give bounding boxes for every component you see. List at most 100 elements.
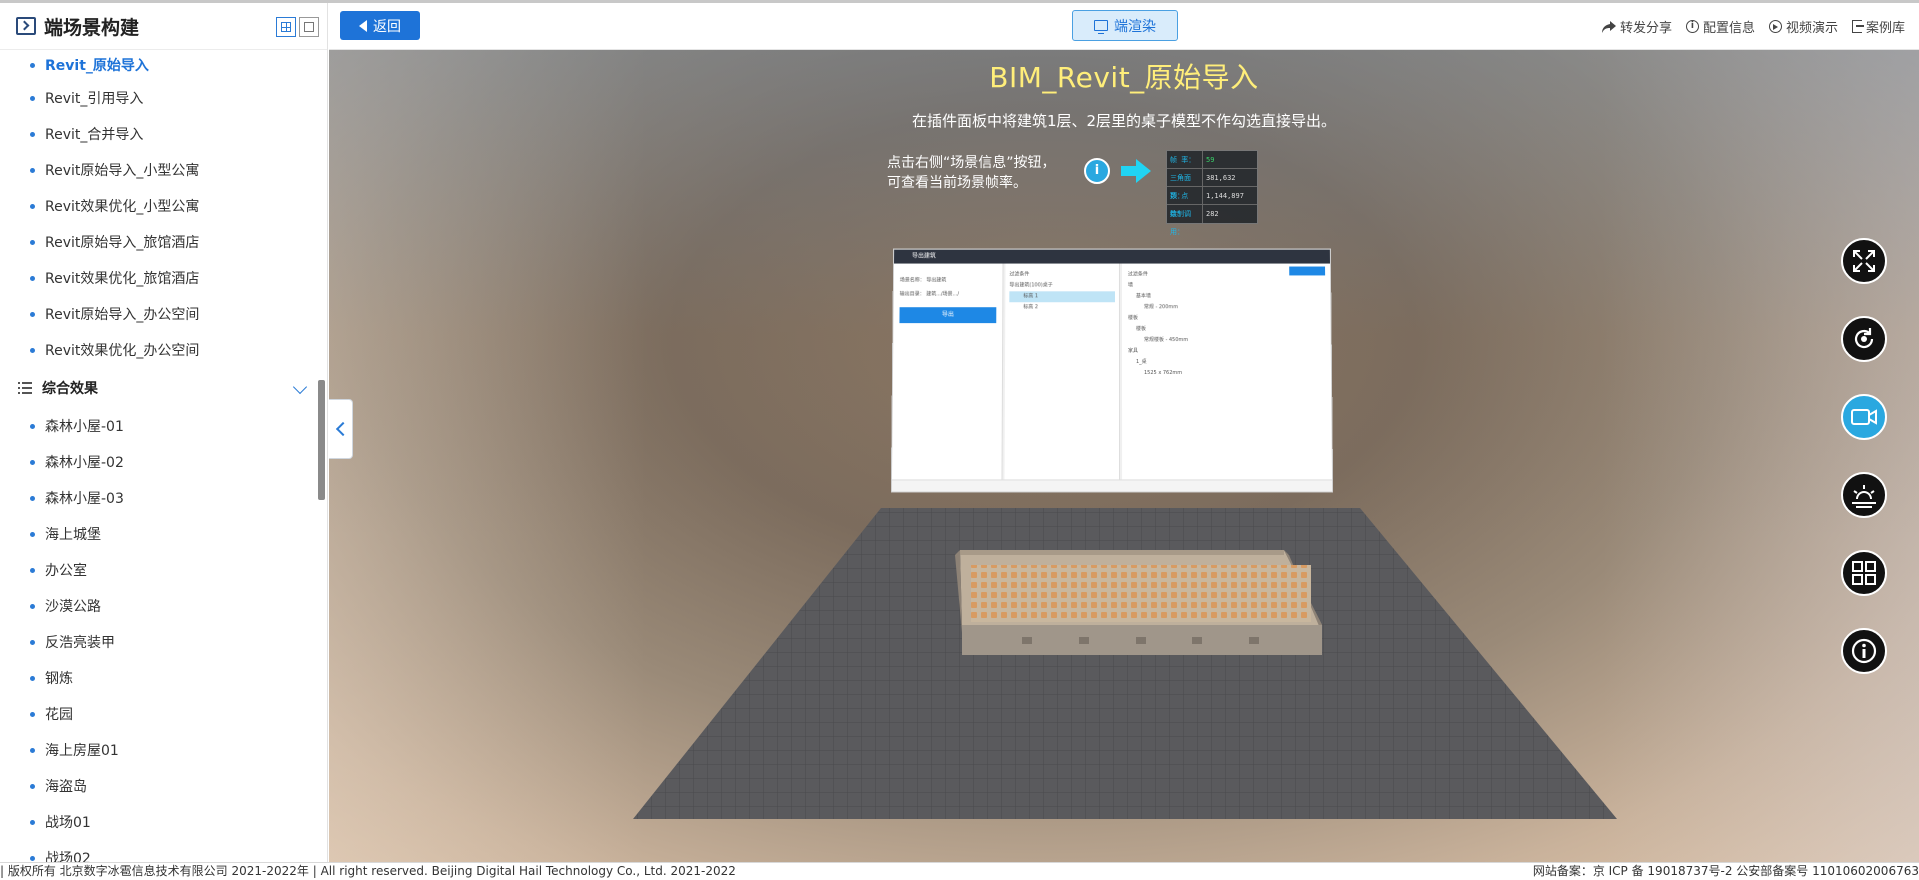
sidebar-header: 端场景构建 bbox=[0, 3, 327, 50]
reset-view-button[interactable] bbox=[1841, 316, 1887, 362]
bullet-icon bbox=[30, 204, 35, 209]
info-icon: i bbox=[1084, 158, 1110, 184]
sidebar-group-header[interactable]: 综合效果 bbox=[0, 368, 327, 408]
scene-title: BIM_Revit_原始导入 bbox=[329, 56, 1919, 96]
scene-hint: 点击右侧“场景信息”按钮， 可查看当前场景帧率。 bbox=[887, 153, 1056, 193]
cloud-render-button[interactable]: 端渲染 bbox=[1072, 10, 1178, 41]
bullet-icon bbox=[30, 240, 35, 245]
play-icon bbox=[1769, 20, 1782, 33]
bullet-icon bbox=[30, 96, 35, 101]
bullet-icon bbox=[30, 532, 35, 537]
grid-view-icon bbox=[1851, 560, 1877, 586]
bullet-icon bbox=[30, 640, 35, 645]
sidebar-item[interactable]: 海盗岛 bbox=[0, 768, 327, 804]
sidebar-item[interactable]: 森林小屋-02 bbox=[0, 444, 327, 480]
dialog-left-pane: 场景名称： 导出建筑 输出目录： 建筑.../场景.../ 导出 bbox=[892, 264, 1004, 493]
chevron-down-icon[interactable] bbox=[293, 380, 307, 394]
dialog-footer bbox=[892, 479, 1332, 491]
sidebar-item[interactable]: 战场02 bbox=[0, 840, 327, 862]
card-view-icon[interactable] bbox=[299, 17, 319, 37]
footer: | 版权所有 北京数字冰雹信息技术有限公司 2021-2022年 | All r… bbox=[0, 862, 1919, 880]
back-button[interactable]: 返回 bbox=[340, 11, 420, 40]
export-dialog-screenshot: 导出建筑 场景名称： 导出建筑 输出目录： 建筑.../场景.../ 导出 过滤… bbox=[891, 249, 1333, 493]
list-view-icon[interactable] bbox=[276, 17, 296, 37]
fullscreen-button[interactable] bbox=[1841, 238, 1887, 284]
info-icon: i bbox=[1686, 20, 1699, 33]
video-demo-button[interactable]: 视频演示 bbox=[1769, 17, 1838, 36]
sidebar-list: Revit_原始导入 Revit_引用导入 Revit_合并导入 Revit原始… bbox=[0, 50, 327, 368]
bullet-icon bbox=[30, 496, 35, 501]
bullet-icon bbox=[30, 424, 35, 429]
camera-button[interactable] bbox=[1841, 394, 1887, 440]
sidebar-title: 端场景构建 bbox=[44, 13, 139, 40]
sidebar-item[interactable]: Revit_合并导入 bbox=[0, 116, 327, 152]
sidebar-item[interactable]: Revit效果优化_小型公寓 bbox=[0, 188, 327, 224]
top-bar: 返回 端渲染 转发分享 i 配置信息 视频演示 案例库 bbox=[329, 3, 1919, 50]
bullet-icon bbox=[30, 784, 35, 789]
top-actions: 转发分享 i 配置信息 视频演示 案例库 bbox=[1602, 17, 1905, 36]
monitor-icon bbox=[1094, 20, 1108, 31]
sidebar-item[interactable]: Revit原始导入_办公空间 bbox=[0, 296, 327, 332]
scene-info-button[interactable] bbox=[1841, 628, 1887, 674]
bullet-icon bbox=[30, 132, 35, 137]
sidebar-item[interactable]: 沙漠公路 bbox=[0, 588, 327, 624]
bullet-icon bbox=[30, 748, 35, 753]
sidebar-item[interactable]: 办公室 bbox=[0, 552, 327, 588]
bullet-icon bbox=[30, 460, 35, 465]
sidebar-item[interactable]: 森林小屋-03 bbox=[0, 480, 327, 516]
scene-stats-panel: 帧 率： 59 三角面数： 381,632 顶 点 数： 1,144,897 绘制调用… bbox=[1166, 150, 1258, 224]
info-icon bbox=[1850, 637, 1878, 665]
dialog-tree-pane: 过滤条件 导出建筑(100)桌子 标高 1 标高 2 bbox=[1004, 264, 1120, 493]
case-library-button[interactable]: 案例库 bbox=[1852, 17, 1905, 36]
exit-icon bbox=[1852, 20, 1862, 33]
bullet-icon bbox=[30, 676, 35, 681]
sidebar-scrollbar[interactable] bbox=[318, 380, 325, 500]
bullet-icon bbox=[30, 820, 35, 825]
bullet-icon bbox=[30, 712, 35, 717]
sidebar-item[interactable]: 海上城堡 bbox=[0, 516, 327, 552]
camera-icon bbox=[1850, 407, 1878, 427]
weather-button[interactable] bbox=[1841, 472, 1887, 518]
layout-button[interactable] bbox=[1841, 550, 1887, 596]
dialog-action-button bbox=[1289, 267, 1325, 276]
bullet-icon bbox=[30, 856, 35, 861]
desk-array bbox=[971, 565, 1311, 622]
bullet-icon bbox=[30, 312, 35, 317]
sidebar-item[interactable]: 海上房屋01 bbox=[0, 732, 327, 768]
sidebar-item[interactable]: 战场01 bbox=[0, 804, 327, 840]
sidebar-item[interactable]: Revit原始导入_小型公寓 bbox=[0, 152, 327, 188]
share-button[interactable]: 转发分享 bbox=[1602, 17, 1672, 36]
icp-record-text[interactable]: 网站备案：京 ICP 备 19018737号-2 公安部备案号 11010602… bbox=[1533, 863, 1919, 880]
scene-viewport[interactable]: BIM_Revit_原始导入 在插件面板中将建筑1层、2层里的桌子模型不作勾选直… bbox=[329, 50, 1919, 862]
dialog-title: 导出建筑 bbox=[894, 250, 1330, 264]
sidebar-item[interactable]: Revit_原始导入 bbox=[0, 50, 327, 80]
dialog-filter-pane: 过滤条件 墙 基本墙 常规 - 200mm 楼板 楼板 常规楼板 - 450mm… bbox=[1122, 264, 1333, 493]
sidebar-item[interactable]: Revit效果优化_旅馆酒店 bbox=[0, 260, 327, 296]
sidebar-item[interactable]: 反浩亮装甲 bbox=[0, 624, 327, 660]
bullet-icon bbox=[30, 604, 35, 609]
sidebar: 端场景构建 Revit_原始导入 Revit_引用导入 Revit_合并导入 R… bbox=[0, 3, 328, 862]
arrow-right-icon bbox=[1121, 159, 1151, 183]
bullet-icon bbox=[30, 276, 35, 281]
back-arrow-icon bbox=[359, 20, 367, 32]
sidebar-item[interactable]: Revit效果优化_办公空间 bbox=[0, 332, 327, 368]
fullscreen-icon bbox=[1852, 249, 1876, 273]
sidebar-item[interactable]: 森林小屋-01 bbox=[0, 408, 327, 444]
bullet-icon bbox=[30, 348, 35, 353]
sidebar-item[interactable]: Revit原始导入_旅馆酒店 bbox=[0, 224, 327, 260]
view-toggle bbox=[276, 17, 319, 37]
chevron-left-icon bbox=[335, 422, 349, 436]
sidebar-group-list: 森林小屋-01 森林小屋-02 森林小屋-03 海上城堡 办公室 沙漠公路 反浩… bbox=[0, 408, 327, 862]
terminal-icon bbox=[16, 17, 36, 35]
sidebar-item[interactable]: 花园 bbox=[0, 696, 327, 732]
copyright-text: | 版权所有 北京数字冰雹信息技术有限公司 2021-2022年 | All r… bbox=[0, 863, 736, 880]
weather-icon bbox=[1850, 482, 1878, 508]
sidebar-item[interactable]: 钢炼 bbox=[0, 660, 327, 696]
list-icon bbox=[18, 382, 32, 394]
bullet-icon bbox=[30, 568, 35, 573]
share-icon bbox=[1602, 21, 1616, 33]
config-info-button[interactable]: i 配置信息 bbox=[1686, 17, 1755, 36]
bullet-icon bbox=[30, 63, 35, 68]
collapse-sidebar-button[interactable] bbox=[329, 399, 353, 459]
sidebar-item[interactable]: Revit_引用导入 bbox=[0, 80, 327, 116]
